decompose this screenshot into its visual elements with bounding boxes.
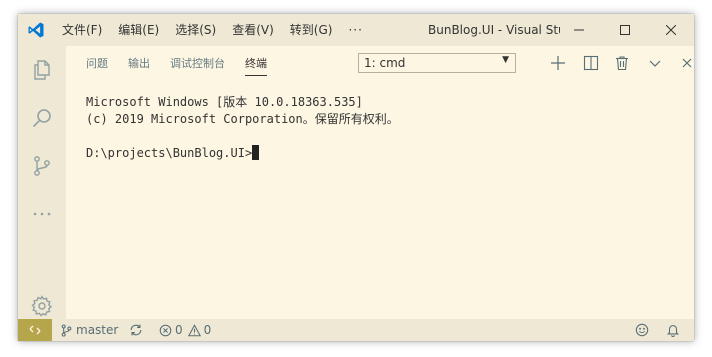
window-title: BunBlog.UI - Visual Studio Code bbox=[428, 23, 560, 37]
terminal-selector[interactable]: 1: cmd ▼ bbox=[358, 53, 516, 73]
dropdown-arrow-icon: ▼ bbox=[502, 55, 509, 65]
minimize-icon bbox=[574, 25, 584, 35]
terminal-selector-value: 1: cmd bbox=[364, 56, 406, 70]
kill-terminal-icon bbox=[614, 55, 630, 71]
menu-more[interactable]: ··· bbox=[340, 14, 370, 46]
branch-icon bbox=[60, 323, 73, 337]
branch-name: master bbox=[76, 323, 119, 337]
maximize-button[interactable] bbox=[602, 14, 648, 46]
terminal-prompt: D:\projects\BunBlog.UI> bbox=[86, 146, 253, 160]
tab-problems[interactable]: 问题 bbox=[86, 46, 108, 81]
error-icon bbox=[159, 324, 172, 337]
kill-terminal-button[interactable] bbox=[610, 51, 634, 75]
terminal-cursor bbox=[252, 145, 260, 160]
error-count: 0 bbox=[175, 323, 183, 337]
tab-debug-console[interactable]: 调试控制台 bbox=[170, 46, 225, 81]
settings-gear-icon bbox=[30, 294, 54, 318]
vscode-window: 文件(F) 编辑(E) 选择(S) 查看(V) 转到(G) ··· BunBlo… bbox=[18, 14, 694, 341]
close-panel-button[interactable] bbox=[675, 51, 694, 75]
terminal-prompt-line: D:\projects\BunBlog.UI> bbox=[86, 145, 686, 162]
notifications-button[interactable] bbox=[666, 319, 680, 341]
menu-selection[interactable]: 选择(S) bbox=[167, 14, 224, 46]
new-terminal-button[interactable] bbox=[546, 51, 570, 75]
source-control-button[interactable] bbox=[18, 142, 66, 190]
notifications-bell-icon bbox=[666, 323, 680, 337]
more-icon bbox=[30, 202, 54, 226]
terminal-line: (c) 2019 Microsoft Corporation。保留所有权利。 bbox=[86, 112, 399, 126]
explorer-button[interactable] bbox=[18, 46, 66, 94]
split-terminal-button[interactable] bbox=[579, 51, 603, 75]
menu-file[interactable]: 文件(F) bbox=[54, 14, 110, 46]
search-icon bbox=[30, 106, 54, 130]
status-bar: master 0 0 bbox=[18, 319, 694, 341]
sync-button[interactable] bbox=[129, 319, 143, 341]
explorer-icon bbox=[30, 58, 54, 82]
menu-view[interactable]: 查看(V) bbox=[224, 14, 282, 46]
search-button[interactable] bbox=[18, 94, 66, 142]
warning-count: 0 bbox=[203, 323, 212, 337]
warning-icon bbox=[187, 323, 201, 337]
activity-bar bbox=[18, 46, 66, 319]
tab-output[interactable]: 输出 bbox=[128, 46, 150, 81]
menu-edit[interactable]: 编辑(E) bbox=[110, 14, 167, 46]
tab-terminal[interactable]: 终端 bbox=[245, 46, 267, 81]
maximize-panel-icon bbox=[647, 55, 663, 71]
terminal-output[interactable]: Microsoft Windows [版本 10.0.18363.535] (c… bbox=[86, 94, 686, 162]
menu-go[interactable]: 转到(G) bbox=[282, 14, 341, 46]
remote-button[interactable] bbox=[18, 319, 52, 341]
terminal-line: Microsoft Windows [版本 10.0.18363.535] bbox=[86, 95, 363, 109]
feedback-smiley-icon bbox=[635, 323, 649, 337]
problems-indicator[interactable]: 0 0 bbox=[159, 319, 211, 341]
maximize-icon bbox=[620, 25, 630, 35]
title-bar: 文件(F) 编辑(E) 选择(S) 查看(V) 转到(G) ··· BunBlo… bbox=[18, 14, 694, 46]
close-icon bbox=[666, 25, 676, 35]
remote-icon bbox=[29, 324, 41, 336]
new-terminal-icon bbox=[550, 55, 566, 71]
branch-indicator[interactable]: master bbox=[60, 319, 118, 341]
close-button[interactable] bbox=[648, 14, 694, 46]
more-button[interactable] bbox=[18, 190, 66, 238]
minimize-button[interactable] bbox=[556, 14, 602, 46]
close-panel-icon bbox=[679, 55, 694, 71]
vscode-logo-icon[interactable] bbox=[18, 14, 54, 46]
split-terminal-icon bbox=[583, 55, 599, 71]
panel-header: 问题 输出 调试控制台 终端 1: cmd ▼ bbox=[66, 46, 694, 81]
maximize-panel-button[interactable] bbox=[643, 51, 667, 75]
source-control-icon bbox=[30, 154, 54, 178]
sync-icon bbox=[129, 323, 143, 337]
feedback-button[interactable] bbox=[635, 319, 649, 341]
